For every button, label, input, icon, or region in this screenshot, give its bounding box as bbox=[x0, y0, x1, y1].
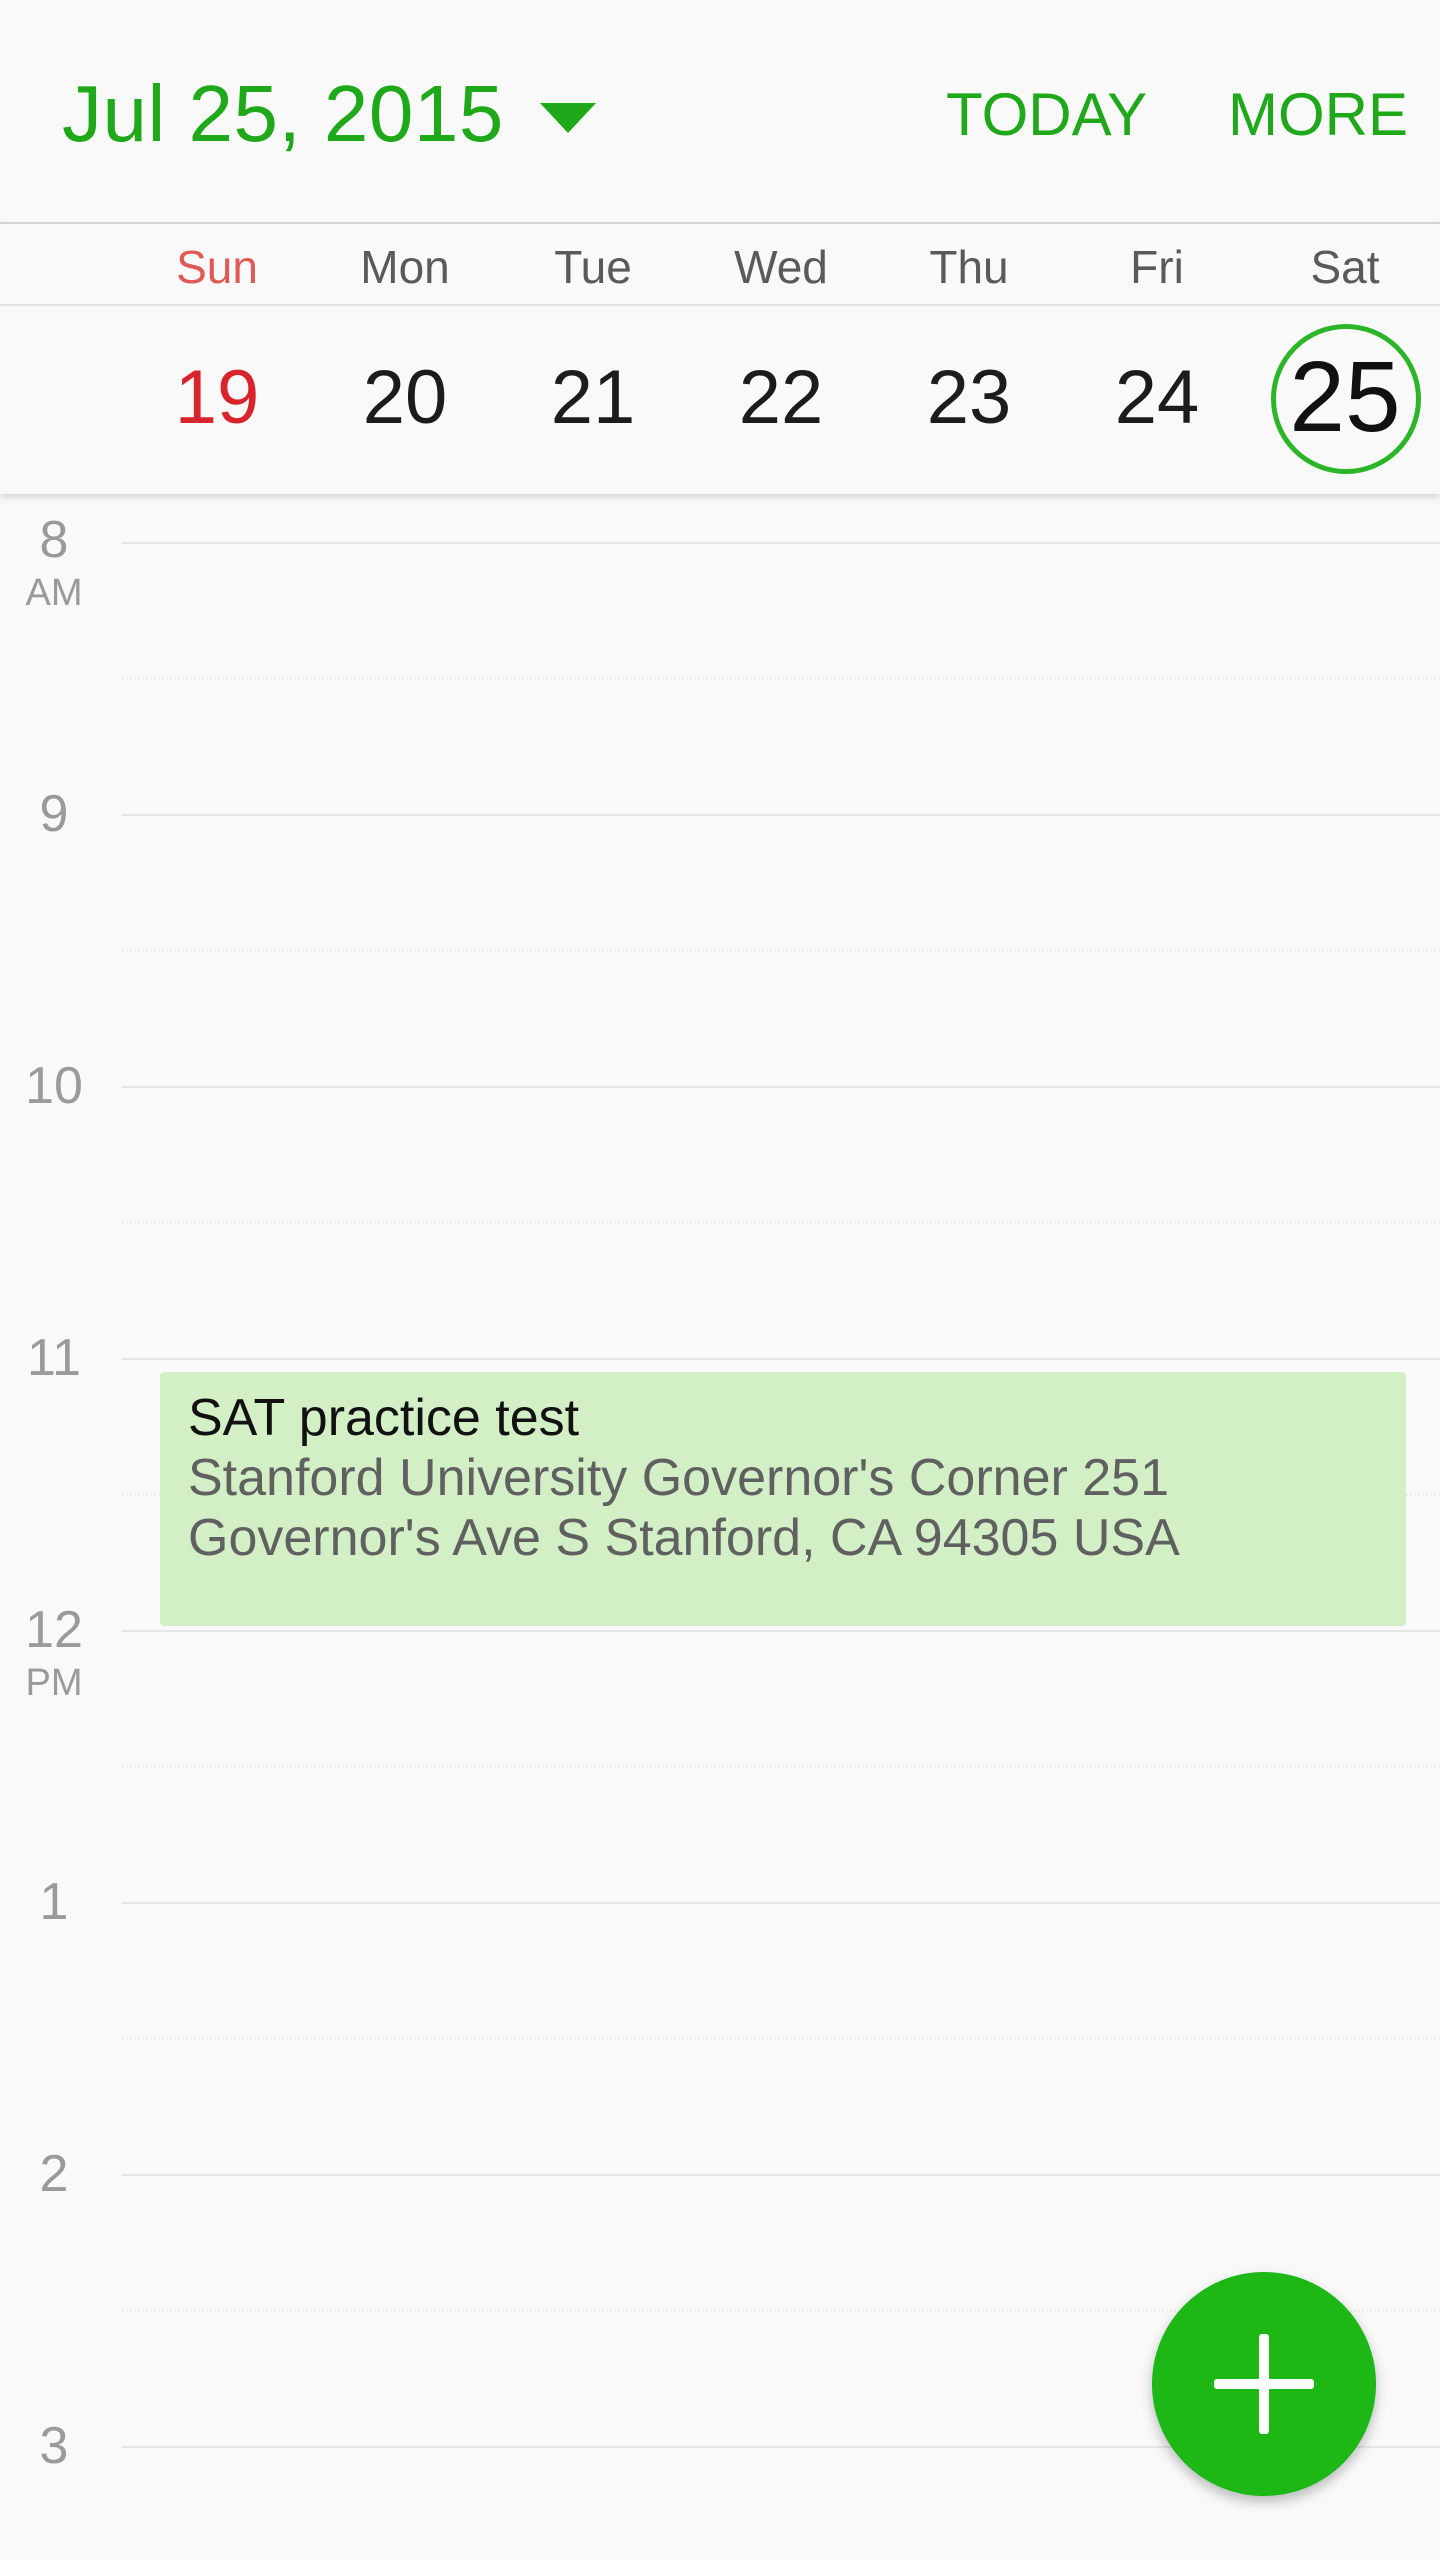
half-hour-line bbox=[122, 678, 1440, 680]
day-column-sat[interactable]: Sat 25 bbox=[1251, 224, 1439, 494]
ampm-label: PM bbox=[25, 1662, 83, 1704]
hour-line bbox=[122, 542, 1440, 544]
event-title: SAT practice test bbox=[188, 1389, 580, 1447]
day-name: Tue bbox=[554, 241, 632, 293]
event-sat-practice-test[interactable]: SAT practice test Stanford University Go… bbox=[160, 1372, 1406, 1626]
hour-line bbox=[122, 2174, 1440, 2176]
day-column-tue[interactable]: Tue 21 bbox=[499, 224, 687, 494]
event-location-line2: Governor's Ave S Stanford, CA 94305 USA bbox=[188, 1509, 1180, 1567]
hour-label: 3 bbox=[39, 2417, 69, 2475]
date-title[interactable]: Jul 25, 2015 bbox=[62, 68, 504, 160]
week-strip: Sun 19 Mon 20 Tue 21 Wed 22 Thu 23 Fri 2… bbox=[0, 224, 1440, 494]
calendar-screen: Jul 25, 2015 TODAY MORE Sun 19 Mon 20 Tu… bbox=[0, 0, 1440, 2560]
hour-label: 1 bbox=[39, 1873, 69, 1931]
day-timeline[interactable]: 8 AM 9 10 11 12 PM 1 2 3 SAT practice te… bbox=[0, 496, 1440, 2560]
today-button[interactable]: TODAY bbox=[946, 80, 1147, 149]
day-name: Thu bbox=[929, 241, 1009, 293]
hour-line bbox=[122, 1902, 1440, 1904]
hour-label: 2 bbox=[39, 2145, 69, 2203]
half-hour-line bbox=[122, 1766, 1440, 1768]
dropdown-arrow-icon[interactable] bbox=[539, 103, 596, 133]
hour-line bbox=[122, 1358, 1440, 1360]
day-column-wed[interactable]: Wed 22 bbox=[687, 224, 875, 494]
hour-label: 9 bbox=[39, 785, 69, 843]
day-name: Sat bbox=[1310, 241, 1380, 293]
day-name: Mon bbox=[360, 241, 450, 293]
day-name: Wed bbox=[734, 241, 828, 293]
half-hour-line bbox=[122, 950, 1440, 952]
half-hour-line bbox=[122, 2038, 1440, 2040]
hour-label: 10 bbox=[25, 1057, 83, 1115]
day-column-thu[interactable]: Thu 23 bbox=[875, 224, 1063, 494]
day-number[interactable]: 23 bbox=[875, 354, 1063, 441]
day-number[interactable]: 24 bbox=[1063, 354, 1251, 441]
hour-label: 12 bbox=[25, 1601, 83, 1659]
app-header: Jul 25, 2015 TODAY MORE bbox=[0, 0, 1440, 224]
day-number[interactable]: 25 bbox=[1251, 340, 1439, 455]
day-column-sun[interactable]: Sun 19 bbox=[123, 224, 311, 494]
hour-line bbox=[122, 1086, 1440, 1088]
day-number[interactable]: 22 bbox=[687, 354, 875, 441]
day-column-fri[interactable]: Fri 24 bbox=[1063, 224, 1251, 494]
half-hour-line bbox=[122, 1222, 1440, 1224]
day-name: Sun bbox=[176, 241, 258, 293]
day-number[interactable]: 20 bbox=[311, 354, 499, 441]
ampm-label: AM bbox=[25, 572, 83, 614]
hour-line bbox=[122, 814, 1440, 816]
hour-label: 8 bbox=[39, 511, 69, 569]
add-event-button[interactable] bbox=[1152, 2272, 1376, 2496]
hour-label: 11 bbox=[27, 1329, 81, 1387]
day-number[interactable]: 21 bbox=[499, 354, 687, 441]
plus-icon bbox=[1214, 2334, 1314, 2434]
day-name: Fri bbox=[1130, 241, 1184, 293]
day-number[interactable]: 19 bbox=[123, 354, 311, 441]
hour-line bbox=[122, 1630, 1440, 1632]
date-selector[interactable]: Jul 25, 2015 bbox=[62, 66, 596, 162]
day-column-mon[interactable]: Mon 20 bbox=[311, 224, 499, 494]
event-location-line1: Stanford University Governor's Corner 25… bbox=[188, 1449, 1170, 1507]
more-button[interactable]: MORE bbox=[1228, 80, 1408, 149]
